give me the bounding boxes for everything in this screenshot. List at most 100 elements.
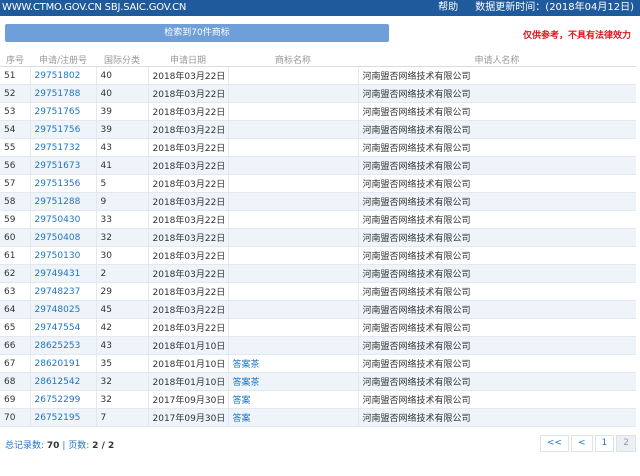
cell-applicant: 河南盟否网络技术有限公司 [357,66,636,85]
cell-applicant: 河南盟否网络技术有限公司 [357,192,636,211]
cell-no: 58 [0,192,30,211]
cell-reg-no[interactable]: 26752299 [29,390,96,409]
first-page-button[interactable]: << [539,435,569,452]
help-link[interactable]: 帮助 [438,2,458,13]
cell-applicant: 河南盟否网络技术有限公司 [357,156,636,175]
cell-no: 69 [0,390,30,409]
table-row: 68 28612542 32 2018年01月10日 答案茶 河南盟否网络技术有限公司 [0,372,636,391]
cell-class: 5 [95,174,148,193]
cell-mark-name [227,174,358,193]
cell-mark-name [227,66,358,85]
cell-class: 32 [95,228,148,247]
result-count-button[interactable]: 检索到70件商标 [5,24,389,42]
column-header-class: 国际分类 [96,52,148,67]
cell-mark-name[interactable]: 答案茶 [227,354,358,373]
cell-no: 52 [0,84,30,103]
column-header-no: 序号 [0,52,30,67]
cell-applicant: 河南盟否网络技术有限公司 [357,138,636,157]
table-row: 57 29751356 5 2018年03月22日 河南盟否网络技术有限公司 [0,174,636,193]
table-row: 54 29751756 39 2018年03月22日 河南盟否网络技术有限公司 [0,120,636,139]
cell-date: 2018年03月22日 [147,84,228,103]
table-row: 63 29748237 29 2018年03月22日 河南盟否网络技术有限公司 [0,282,636,301]
cell-mark-name [227,210,358,229]
cell-date: 2018年03月22日 [147,120,228,139]
cell-no: 53 [0,102,30,121]
cell-no: 61 [0,246,30,265]
cell-no: 68 [0,372,30,391]
cell-class: 39 [95,102,148,121]
column-header-applicant: 申请人名称 [358,52,636,67]
cell-no: 65 [0,318,30,337]
cell-reg-no[interactable]: 28625253 [29,336,96,355]
cell-reg-no[interactable]: 29751765 [29,102,96,121]
cell-no: 51 [0,66,30,85]
cell-date: 2018年01月10日 [147,372,228,391]
cell-applicant: 河南盟否网络技术有限公司 [357,354,636,373]
table-row: 64 29748025 45 2018年03月22日 河南盟否网络技术有限公司 [0,300,636,319]
cell-date: 2018年03月22日 [147,210,228,229]
cell-mark-name [227,246,358,265]
cell-no: 67 [0,354,30,373]
cell-class: 43 [95,138,148,157]
cell-reg-no[interactable]: 29748237 [29,282,96,301]
cell-reg-no[interactable]: 29750430 [29,210,96,229]
cell-reg-no[interactable]: 29750408 [29,228,96,247]
cell-no: 56 [0,156,30,175]
cell-class: 2 [95,264,148,283]
cell-reg-no[interactable]: 29751802 [29,66,96,85]
cell-reg-no[interactable]: 29751732 [29,138,96,157]
cell-mark-name [227,120,358,139]
cell-reg-no[interactable]: 29751673 [29,156,96,175]
cell-applicant: 河南盟否网络技术有限公司 [357,390,636,409]
cell-reg-no[interactable]: 29751356 [29,174,96,193]
cell-reg-no[interactable]: 29751756 [29,120,96,139]
prev-page-button[interactable]: < [570,435,593,452]
cell-reg-no[interactable]: 29747554 [29,318,96,337]
cell-mark-name [227,102,358,121]
cell-date: 2018年03月22日 [147,264,228,283]
cell-no: 59 [0,210,30,229]
data-update-time: 数据更新时间：(2018年04月12日) [475,2,634,13]
table-row: 70 26752195 7 2017年09月30日 答案 河南盟否网络技术有限公司 [0,408,636,427]
cell-reg-no[interactable]: 29748025 [29,300,96,319]
cell-no: 64 [0,300,30,319]
cell-reg-no[interactable]: 26752195 [29,408,96,427]
table-row: 62 29749431 2 2018年03月22日 河南盟否网络技术有限公司 [0,264,636,283]
cell-applicant: 河南盟否网络技术有限公司 [357,264,636,283]
cell-date: 2018年03月22日 [147,138,228,157]
cell-class: 40 [95,66,148,85]
cell-reg-no[interactable]: 28612542 [29,372,96,391]
cell-mark-name [227,192,358,211]
cell-class: 45 [95,300,148,319]
table-row: 53 29751765 39 2018年03月22日 河南盟否网络技术有限公司 [0,102,636,121]
cell-class: 40 [95,84,148,103]
page-1-button[interactable]: 1 [594,435,615,452]
cell-no: 66 [0,336,30,355]
top-bar: WWW.CTMO.GOV.CN SBJ.SAIC.GOV.CN 帮助 数据更新时… [0,0,640,16]
records-label: 总记录数: [5,441,45,451]
cell-reg-no[interactable]: 28620191 [29,354,96,373]
cell-applicant: 河南盟否网络技术有限公司 [357,174,636,193]
cell-date: 2018年03月22日 [147,66,228,85]
table-row: 69 26752299 32 2017年09月30日 答案 河南盟否网络技术有限公司 [0,390,636,409]
cell-class: 29 [95,282,148,301]
cell-reg-no[interactable]: 29751788 [29,84,96,103]
cell-applicant: 河南盟否网络技术有限公司 [357,102,636,121]
pages-value: 2 / 2 [92,441,115,451]
cell-mark-name [227,228,358,247]
cell-mark-name[interactable]: 答案茶 [227,372,358,391]
cell-mark-name[interactable]: 答案 [227,408,358,427]
cell-class: 32 [95,390,148,409]
cell-reg-no[interactable]: 29749431 [29,264,96,283]
table-row: 58 29751288 9 2018年03月22日 河南盟否网络技术有限公司 [0,192,636,211]
cell-date: 2017年09月30日 [147,408,228,427]
cell-class: 32 [95,372,148,391]
cell-mark-name[interactable]: 答案 [227,390,358,409]
cell-no: 62 [0,264,30,283]
summary-separator: | [62,441,66,451]
cell-reg-no[interactable]: 29750130 [29,246,96,265]
page-2-button[interactable]: 2 [616,435,636,452]
cell-reg-no[interactable]: 29751288 [29,192,96,211]
cell-no: 57 [0,174,30,193]
cell-mark-name [227,264,358,283]
